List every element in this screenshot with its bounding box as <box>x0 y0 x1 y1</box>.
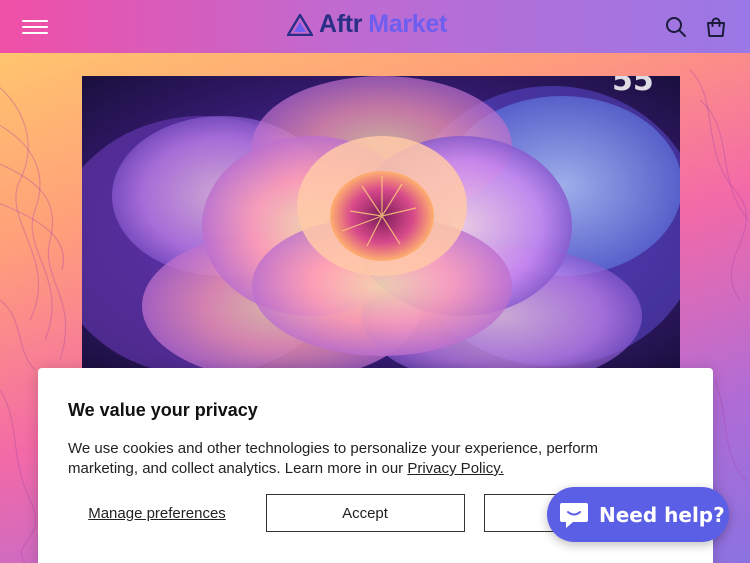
logo-text-market: Market <box>368 10 448 38</box>
logo-text-aftr: Aftr <box>319 10 363 38</box>
tv-size-badge: 55 <box>612 76 654 98</box>
header-actions <box>664 15 728 39</box>
chat-help-widget[interactable]: Need help? <box>547 487 729 542</box>
hero-tv-image: 55 <box>82 76 680 376</box>
search-icon[interactable] <box>664 15 688 39</box>
privacy-policy-link[interactable]: Privacy Policy. <box>407 460 503 477</box>
chat-label: Need help? <box>599 502 725 527</box>
brand-logo[interactable]: Aftr Market <box>287 10 447 39</box>
cookie-description-text: We use cookies and other technologies to… <box>68 440 599 477</box>
cookie-title: We value your privacy <box>68 400 258 420</box>
shopping-bag-icon[interactable] <box>704 15 728 39</box>
hamburger-menu-icon[interactable] <box>22 17 48 37</box>
accept-button[interactable]: Accept <box>265 494 465 532</box>
cookie-description: We use cookies and other technologies to… <box>68 439 653 479</box>
manage-preferences-button[interactable]: Manage preferences <box>68 505 246 522</box>
logo-triangle-icon <box>287 13 313 36</box>
flower-artwork: 55 <box>82 76 680 376</box>
top-header: Aftr Market <box>0 0 750 53</box>
chat-bubble-icon <box>560 502 588 528</box>
